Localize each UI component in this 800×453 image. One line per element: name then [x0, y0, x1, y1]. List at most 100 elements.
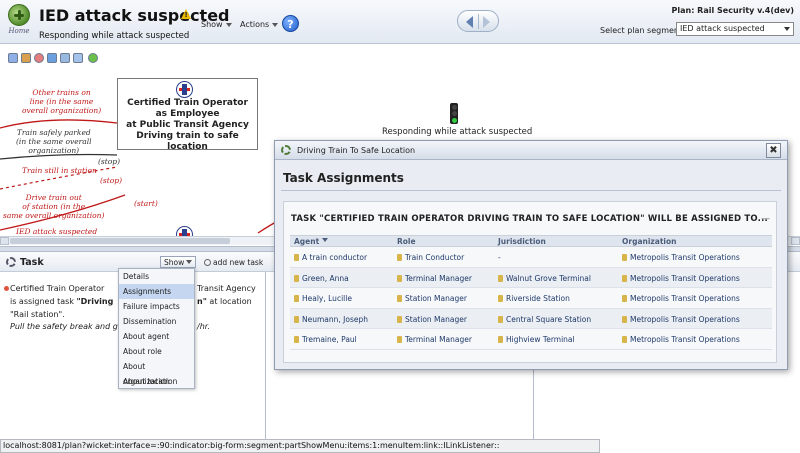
agent-name[interactable]: Neumann, Joseph	[302, 315, 368, 324]
actions-menu-button[interactable]: Actions	[240, 20, 279, 29]
event-label[interactable]: Responding while attack suspected	[382, 127, 532, 137]
traffic-light-icon[interactable]	[450, 103, 458, 124]
jurisdiction-link[interactable]: Highview Terminal	[498, 335, 575, 344]
menu-item-dissemination[interactable]: Dissemination	[119, 314, 194, 329]
role-link[interactable]: Terminal Manager	[397, 274, 472, 283]
task-name-text: "Driving	[76, 297, 114, 306]
help-circle-icon[interactable]	[88, 53, 98, 63]
home-icon[interactable]	[8, 4, 30, 26]
role-name[interactable]: Terminal Manager	[405, 335, 472, 344]
segment-select-value[interactable]: IED attack suspected	[680, 24, 765, 33]
agent-link[interactable]: A train conductor	[294, 253, 367, 262]
jurisdiction-link[interactable]: Central Square Station	[498, 315, 591, 324]
flow-label: Train safely parked (in the same overall…	[16, 128, 92, 155]
hierarchy-icon[interactable]	[21, 53, 31, 63]
organization-name[interactable]: Metropolis Transit Operations	[630, 315, 740, 324]
agent-name[interactable]: Tremaine, Paul	[302, 335, 357, 344]
dialog-titlebar[interactable]: Driving Train To Safe Location ✖	[275, 141, 787, 160]
tag-icon	[294, 295, 299, 302]
actions-menu-label[interactable]: Actions	[240, 20, 269, 29]
task-text: is assigned task	[10, 297, 77, 306]
forward-arrow-icon[interactable]	[483, 16, 490, 28]
scroll-left-icon[interactable]	[0, 237, 9, 245]
back-arrow-icon[interactable]	[466, 16, 473, 28]
jurisdiction-link[interactable]: Riverside Station	[498, 294, 570, 303]
jurisdiction-name[interactable]: Walnut Grove Terminal	[506, 274, 591, 283]
role-name[interactable]: Station Manager	[405, 294, 467, 303]
role-link[interactable]: Station Manager	[397, 315, 467, 324]
add-task-link[interactable]: add new task	[204, 258, 263, 267]
jurisdiction-name[interactable]: Central Square Station	[506, 315, 591, 324]
organization-name[interactable]: Metropolis Transit Operations	[630, 274, 740, 283]
jurisdiction-link[interactable]: Walnut Grove Terminal	[498, 274, 591, 283]
column-header-jurisdiction[interactable]: Jurisdiction	[498, 237, 546, 246]
add-task-label[interactable]: add new task	[213, 258, 263, 267]
organization-link[interactable]: Metropolis Transit Operations	[622, 294, 740, 303]
organization-name[interactable]: Metropolis Transit Operations	[630, 335, 740, 344]
jurisdiction-name[interactable]: Riverside Station	[506, 294, 570, 303]
print-icon[interactable]	[34, 53, 44, 63]
chevron-down-icon[interactable]	[186, 260, 192, 264]
agent-name[interactable]: Healy, Lucille	[302, 294, 352, 303]
organization-link[interactable]: Metropolis Transit Operations	[622, 274, 740, 283]
layout-icon[interactable]	[8, 53, 18, 63]
agent-name[interactable]: Green, Anna	[302, 274, 349, 283]
menu-item-details[interactable]: Details	[119, 269, 194, 284]
email-icon[interactable]	[47, 53, 57, 63]
menu-item-about-location[interactable]: About location	[119, 374, 194, 389]
agent-link[interactable]: Healy, Lucille	[294, 294, 352, 303]
chevron-down-icon[interactable]	[225, 22, 232, 27]
node-line[interactable]: Certified Train Operator	[118, 98, 257, 109]
sort-down-icon[interactable]	[322, 238, 329, 242]
help-icon[interactable]: ?	[282, 15, 299, 32]
scrollbar-thumb[interactable]	[10, 238, 230, 244]
agent-link[interactable]: Neumann, Joseph	[294, 315, 368, 324]
task-show-label[interactable]: Show	[164, 258, 184, 267]
scroll-right-icon[interactable]	[791, 237, 800, 245]
flow-label-line: overall organization)	[22, 106, 102, 115]
agent-link[interactable]: Green, Anna	[294, 274, 349, 283]
organization-link[interactable]: Metropolis Transit Operations	[622, 335, 740, 344]
organization-link[interactable]: Metropolis Transit Operations	[622, 315, 740, 324]
segment-select[interactable]: IED attack suspected	[676, 22, 794, 36]
role-name[interactable]: Train Conductor	[405, 253, 464, 262]
image-icon[interactable]	[73, 53, 83, 63]
close-icon[interactable]: ✖	[766, 143, 781, 158]
menu-item-about-agent[interactable]: About agent	[119, 329, 194, 344]
column-header-agent[interactable]: Agent	[294, 237, 329, 246]
node-line[interactable]: Driving train to safe location	[118, 131, 257, 153]
organization-name[interactable]: Metropolis Transit Operations	[630, 253, 740, 262]
organization-link[interactable]: Metropolis Transit Operations	[622, 253, 740, 262]
role-link[interactable]: Terminal Manager	[397, 335, 472, 344]
table-header: Agent Role Jurisdiction Organization	[290, 235, 772, 247]
collapse-icon[interactable]: —	[761, 214, 770, 224]
node-line[interactable]: at Public Transit Agency	[118, 120, 257, 131]
role-link[interactable]: Train Conductor	[397, 253, 464, 262]
task-show-button[interactable]: Show	[160, 256, 196, 268]
assignments-title: TASK "CERTIFIED TRAIN OPERATOR DRIVING T…	[291, 214, 768, 224]
fit-icon[interactable]	[60, 53, 70, 63]
show-menu-button[interactable]: Show	[201, 20, 232, 29]
chevron-down-icon[interactable]	[784, 27, 790, 31]
jurisdiction-name[interactable]: Highview Terminal	[506, 335, 575, 344]
chevron-down-icon[interactable]	[272, 22, 279, 27]
role-name[interactable]: Terminal Manager	[405, 274, 472, 283]
home-link[interactable]: Home	[6, 4, 32, 40]
menu-item-assignments[interactable]: Assignments	[119, 284, 194, 299]
home-label[interactable]: Home	[6, 27, 32, 35]
add-icon[interactable]	[204, 259, 211, 266]
menu-item-failure-impacts[interactable]: Failure impacts	[119, 299, 194, 314]
role-link[interactable]: Station Manager	[397, 294, 467, 303]
node-line[interactable]: as Employee	[118, 109, 257, 120]
menu-item-about-organization[interactable]: About organization	[119, 359, 194, 386]
agent-name[interactable]: A train conductor	[302, 253, 367, 262]
organization-name[interactable]: Metropolis Transit Operations	[630, 294, 740, 303]
column-header-role[interactable]: Role	[397, 237, 416, 246]
show-menu-label[interactable]: Show	[201, 20, 223, 29]
agent-link[interactable]: Tremaine, Paul	[294, 335, 357, 344]
menu-item-about-role[interactable]: About role	[119, 344, 194, 359]
column-header-label[interactable]: Agent	[294, 237, 319, 246]
column-header-organization[interactable]: Organization	[622, 237, 677, 246]
role-name[interactable]: Station Manager	[405, 315, 467, 324]
task-text: at location	[206, 297, 252, 306]
